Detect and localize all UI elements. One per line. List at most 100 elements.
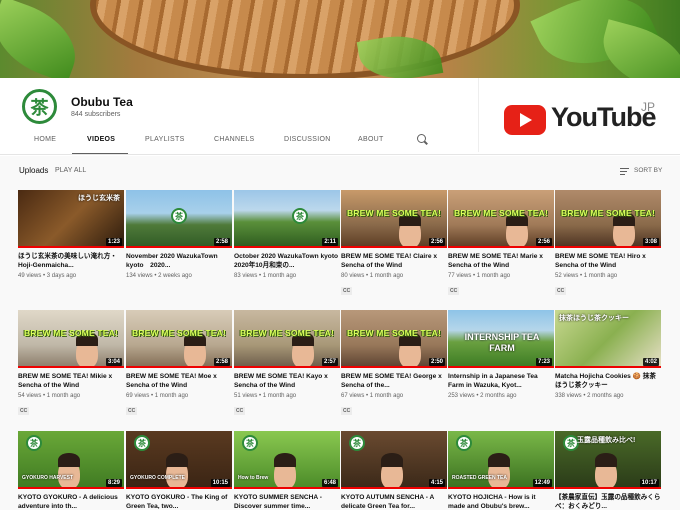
video-metadata: 134 views • 2 weeks ago	[126, 273, 192, 279]
youtube-logo[interactable]: YouTube JP	[478, 78, 680, 152]
video-metadata: 77 views • 1 month ago	[448, 273, 511, 279]
person-figure	[381, 453, 403, 467]
video-metadata: 51 views • 1 month ago	[234, 393, 297, 399]
thumbnail-caption: ほうじ玄米茶	[78, 195, 120, 202]
video-thumbnail[interactable]: 茶 4:15	[341, 431, 447, 489]
thumbnail-caption: BREW ME SOME TEA!	[453, 208, 549, 218]
video-card[interactable]: 茶 ROASTED GREEN TEA 12:49 KYOTO HOJICHA - H…	[448, 431, 554, 510]
video-card[interactable]: ほうじ玄米茶 1:23 ほうじ玄米茶の美味しい淹れ方・Hoji-Genmaicha.…	[18, 190, 124, 279]
watched-progress-bar	[126, 487, 232, 489]
closed-captions-badge: CC	[126, 407, 138, 415]
thumbnail-caption: How to Brew	[238, 475, 269, 481]
thumbnail-caption: 玉露品種飲み比べ!	[577, 437, 636, 444]
tab-playlists[interactable]: PLAYLISTS	[145, 136, 185, 143]
video-duration: 2:57	[321, 358, 338, 366]
video-card[interactable]: 茶 2:58 November 2020 WazukaTown kyoto 2020…	[126, 190, 232, 279]
video-card[interactable]: BREW ME SOME TEA! 2:58 BREW ME SOME TEA! M…	[126, 310, 232, 417]
tab-videos[interactable]: VIDEOS	[87, 136, 115, 143]
video-thumbnail[interactable]: BREW ME SOME TEA! 2:56	[448, 190, 554, 248]
video-title[interactable]: KYOTO HOJICHA - How is it made and Obubu…	[448, 493, 554, 510]
video-thumbnail[interactable]: BREW ME SOME TEA! 3:04	[18, 310, 124, 368]
video-thumbnail[interactable]: BREW ME SOME TEA! 2:56	[341, 190, 447, 248]
video-thumbnail[interactable]: 茶 How to Brew 6:48	[234, 431, 340, 489]
video-thumbnail[interactable]: 茶 GYOKURO COMPLETE 10:15	[126, 431, 232, 489]
video-card[interactable]: 抹茶ほうじ茶クッキー 4:02 Matcha Hojicha Cookies 🍪 抹…	[555, 310, 661, 399]
video-thumbnail[interactable]: 茶玉露品種飲み比べ! 10:17	[555, 431, 661, 489]
channel-avatar[interactable]: 茶	[22, 89, 57, 124]
video-title[interactable]: KYOTO GYOKURO - The King of Green Tea, t…	[126, 493, 232, 510]
video-duration: 2:11	[322, 238, 338, 246]
video-thumbnail[interactable]: BREW ME SOME TEA! 2:50	[341, 310, 447, 368]
video-title[interactable]: BREW ME SOME TEA! Claire x Sencha of the…	[341, 252, 447, 270]
tab-channels[interactable]: CHANNELS	[214, 136, 255, 143]
sort-by-button[interactable]: SORT BY	[634, 167, 662, 174]
video-thumbnail[interactable]: BREW ME SOME TEA! 2:57	[234, 310, 340, 368]
video-title[interactable]: Internship in a Japanese Tea Farm in Waz…	[448, 372, 554, 390]
video-title[interactable]: KYOTO GYOKURO - A delicious adventure in…	[18, 493, 124, 510]
video-card[interactable]: 茶玉露品種飲み比べ! 10:17 【茶農家直伝】玉露の品種飲みくらべ：おくみどり..…	[555, 431, 661, 510]
video-title[interactable]: November 2020 WazukaTown kyoto 2020...	[126, 252, 232, 270]
thumbnail-caption: BREW ME SOME TEA!	[131, 328, 227, 338]
video-card[interactable]: 茶 How to Brew 6:48 KYOTO SUMMER SENCHA - Di…	[234, 431, 340, 510]
video-card[interactable]: 茶 GYOKURO HARVEST 8:29 KYOTO GYOKURO - A de…	[18, 431, 124, 510]
video-thumbnail[interactable]: ほうじ玄米茶 1:23	[18, 190, 124, 248]
tab-discussion[interactable]: DISCUSSION	[284, 136, 331, 143]
video-title[interactable]: October 2020 WazukaTown kyoto 2020年10月和束…	[234, 252, 340, 270]
video-card[interactable]: 茶 2:11 October 2020 WazukaTown kyoto 2020年…	[234, 190, 340, 279]
tea-logo-icon: 茶	[242, 435, 258, 451]
video-thumbnail[interactable]: 抹茶ほうじ茶クッキー 4:02	[555, 310, 661, 368]
watched-progress-bar	[555, 246, 661, 248]
thumbnail-caption: BREW ME SOME TEA!	[346, 208, 442, 218]
video-card[interactable]: 茶 GYOKURO COMPLETE 10:15 KYOTO GYOKURO - Th…	[126, 431, 232, 510]
video-thumbnail[interactable]: BREW ME SOME TEA! 2:58	[126, 310, 232, 368]
channel-tabs: HOME VIDEOS PLAYLISTS CHANNELS DISCUSSIO…	[0, 126, 478, 155]
video-title[interactable]: BREW ME SOME TEA! Mikie x Sencha of the …	[18, 372, 124, 390]
video-metadata: 83 views • 1 month ago	[234, 273, 297, 279]
thumbnail-caption: ROASTED GREEN TEA	[452, 475, 508, 481]
search-icon[interactable]	[417, 134, 426, 143]
video-title[interactable]: KYOTO SUMMER SENCHA - Discover summer ti…	[234, 493, 340, 510]
video-thumbnail[interactable]: 茶 ROASTED GREEN TEA 12:49	[448, 431, 554, 489]
tea-logo-icon: 茶	[292, 208, 308, 224]
thumbnail-caption: INTERNSHIP TEA FARM	[464, 332, 540, 353]
play-all-button[interactable]: PLAY ALL	[55, 167, 86, 174]
video-card[interactable]: BREW ME SOME TEA! 2:56 BREW ME SOME TEA! M…	[448, 190, 554, 297]
video-title[interactable]: 【茶農家直伝】玉露の品種飲みくらべ：おくみどり...	[555, 493, 661, 510]
video-card[interactable]: BREW ME SOME TEA! 2:50 BREW ME SOME TEA! G…	[341, 310, 447, 417]
video-duration: 2:58	[213, 358, 230, 366]
watched-progress-bar	[555, 366, 661, 368]
video-thumbnail[interactable]: 茶 2:58	[126, 190, 232, 248]
video-metadata: 253 views • 2 months ago	[448, 393, 517, 399]
sort-icon[interactable]	[620, 168, 629, 177]
watched-progress-bar	[448, 366, 554, 368]
watched-progress-bar	[341, 246, 447, 248]
video-card[interactable]: INTERNSHIP TEA FARM 7:23 Internship in a J…	[448, 310, 554, 399]
video-title[interactable]: ほうじ玄米茶の美味しい淹れ方・Hoji-Genmaicha...	[18, 252, 124, 270]
video-thumbnail[interactable]: 茶 2:11	[234, 190, 340, 248]
tab-about[interactable]: ABOUT	[358, 136, 384, 143]
subscriber-count: 844 subscribers	[71, 111, 121, 118]
watched-progress-bar	[555, 487, 661, 489]
closed-captions-badge: CC	[555, 287, 567, 295]
video-title[interactable]: BREW ME SOME TEA! Marie x Sencha of the …	[448, 252, 554, 270]
video-metadata: 52 views • 1 month ago	[555, 273, 618, 279]
video-thumbnail[interactable]: INTERNSHIP TEA FARM 7:23	[448, 310, 554, 368]
tab-home[interactable]: HOME	[34, 136, 56, 143]
video-title[interactable]: BREW ME SOME TEA! Moe x Sencha of the Wi…	[126, 372, 232, 390]
video-thumbnail[interactable]: BREW ME SOME TEA! 3:08	[555, 190, 661, 248]
youtube-wordmark: YouTube	[551, 102, 656, 132]
video-thumbnail[interactable]: 茶 GYOKURO HARVEST 8:29	[18, 431, 124, 489]
video-title[interactable]: BREW ME SOME TEA! Kayo x Sencha of the W…	[234, 372, 340, 390]
video-title[interactable]: Matcha Hojicha Cookies 🍪 抹茶ほうじ茶クッキー	[555, 372, 661, 390]
video-metadata: 69 views • 1 month ago	[126, 393, 189, 399]
video-card[interactable]: BREW ME SOME TEA! 3:04 BREW ME SOME TEA! M…	[18, 310, 124, 417]
video-title[interactable]: KYOTO AUTUMN SENCHA - A delicate Green T…	[341, 493, 447, 510]
video-card[interactable]: BREW ME SOME TEA! 3:08 BREW ME SOME TEA! H…	[555, 190, 661, 297]
video-card[interactable]: BREW ME SOME TEA! 2:56 BREW ME SOME TEA! C…	[341, 190, 447, 297]
video-card[interactable]: BREW ME SOME TEA! 2:57 BREW ME SOME TEA! K…	[234, 310, 340, 417]
video-card[interactable]: 茶 4:15 KYOTO AUTUMN SENCHA - A delicate Gr…	[341, 431, 447, 510]
region-code: JP	[641, 100, 656, 114]
video-title[interactable]: BREW ME SOME TEA! George x Sencha of the…	[341, 372, 447, 390]
person-figure	[58, 453, 80, 467]
video-title[interactable]: BREW ME SOME TEA! Hiro x Sencha of the W…	[555, 252, 661, 270]
